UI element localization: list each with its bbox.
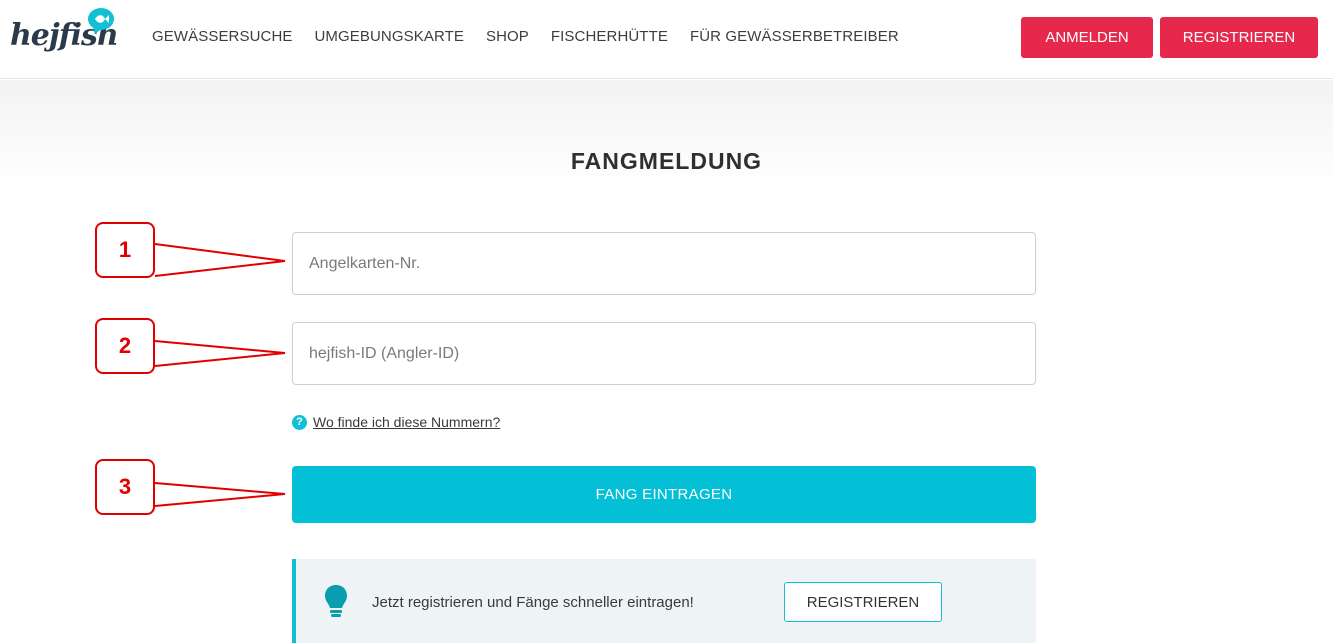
lightbulb-icon — [324, 584, 348, 625]
register-hint-text: Jetzt registrieren und Fänge schneller e… — [372, 594, 694, 611]
callout-2-pointer — [154, 340, 286, 367]
nav-item-gewaesserbetreiber[interactable]: FÜR GEWÄSSERBETREIBER — [690, 28, 899, 45]
submit-catch-button[interactable]: FANG EINTRAGEN — [292, 466, 1036, 523]
question-circle-icon: ? — [292, 414, 307, 430]
hejfish-logo[interactable]: hejfish — [10, 8, 120, 54]
nav-item-fischerhuette[interactable]: FISCHERHÜTTE — [551, 28, 668, 45]
register-hint-box: Jetzt registrieren und Fänge schneller e… — [292, 559, 1036, 643]
register-button[interactable]: REGISTRIEREN — [1160, 17, 1318, 58]
nav-item-umgebungskarte[interactable]: UMGEBUNGSKARTE — [315, 28, 464, 45]
help-row: ? Wo finde ich diese Nummern? — [292, 414, 500, 430]
callout-1-pointer — [154, 243, 286, 277]
callout-3: 3 — [95, 459, 155, 515]
main-nav: GEWÄSSERSUCHE UMGEBUNGSKARTE SHOP FISCHE… — [152, 28, 921, 45]
hint-register-button[interactable]: REGISTRIEREN — [784, 582, 942, 622]
fishing-license-number-input[interactable] — [292, 232, 1036, 295]
nav-item-gewaessersuche[interactable]: GEWÄSSERSUCHE — [152, 28, 293, 45]
page-title: FANGMELDUNG — [570, 148, 763, 174]
site-header: hejfish GEWÄSSERSUCHE UMGEBUNGSKARTE SHO… — [0, 0, 1333, 79]
fish-bubble-icon — [88, 8, 114, 30]
nav-item-shop[interactable]: SHOP — [486, 28, 529, 45]
callout-2: 2 — [95, 318, 155, 374]
callout-1: 1 — [95, 222, 155, 278]
login-button[interactable]: ANMELDEN — [1021, 17, 1153, 58]
callout-3-pointer — [154, 482, 286, 507]
angler-id-input[interactable] — [292, 322, 1036, 385]
where-to-find-numbers-link[interactable]: Wo finde ich diese Nummern? — [313, 414, 500, 430]
